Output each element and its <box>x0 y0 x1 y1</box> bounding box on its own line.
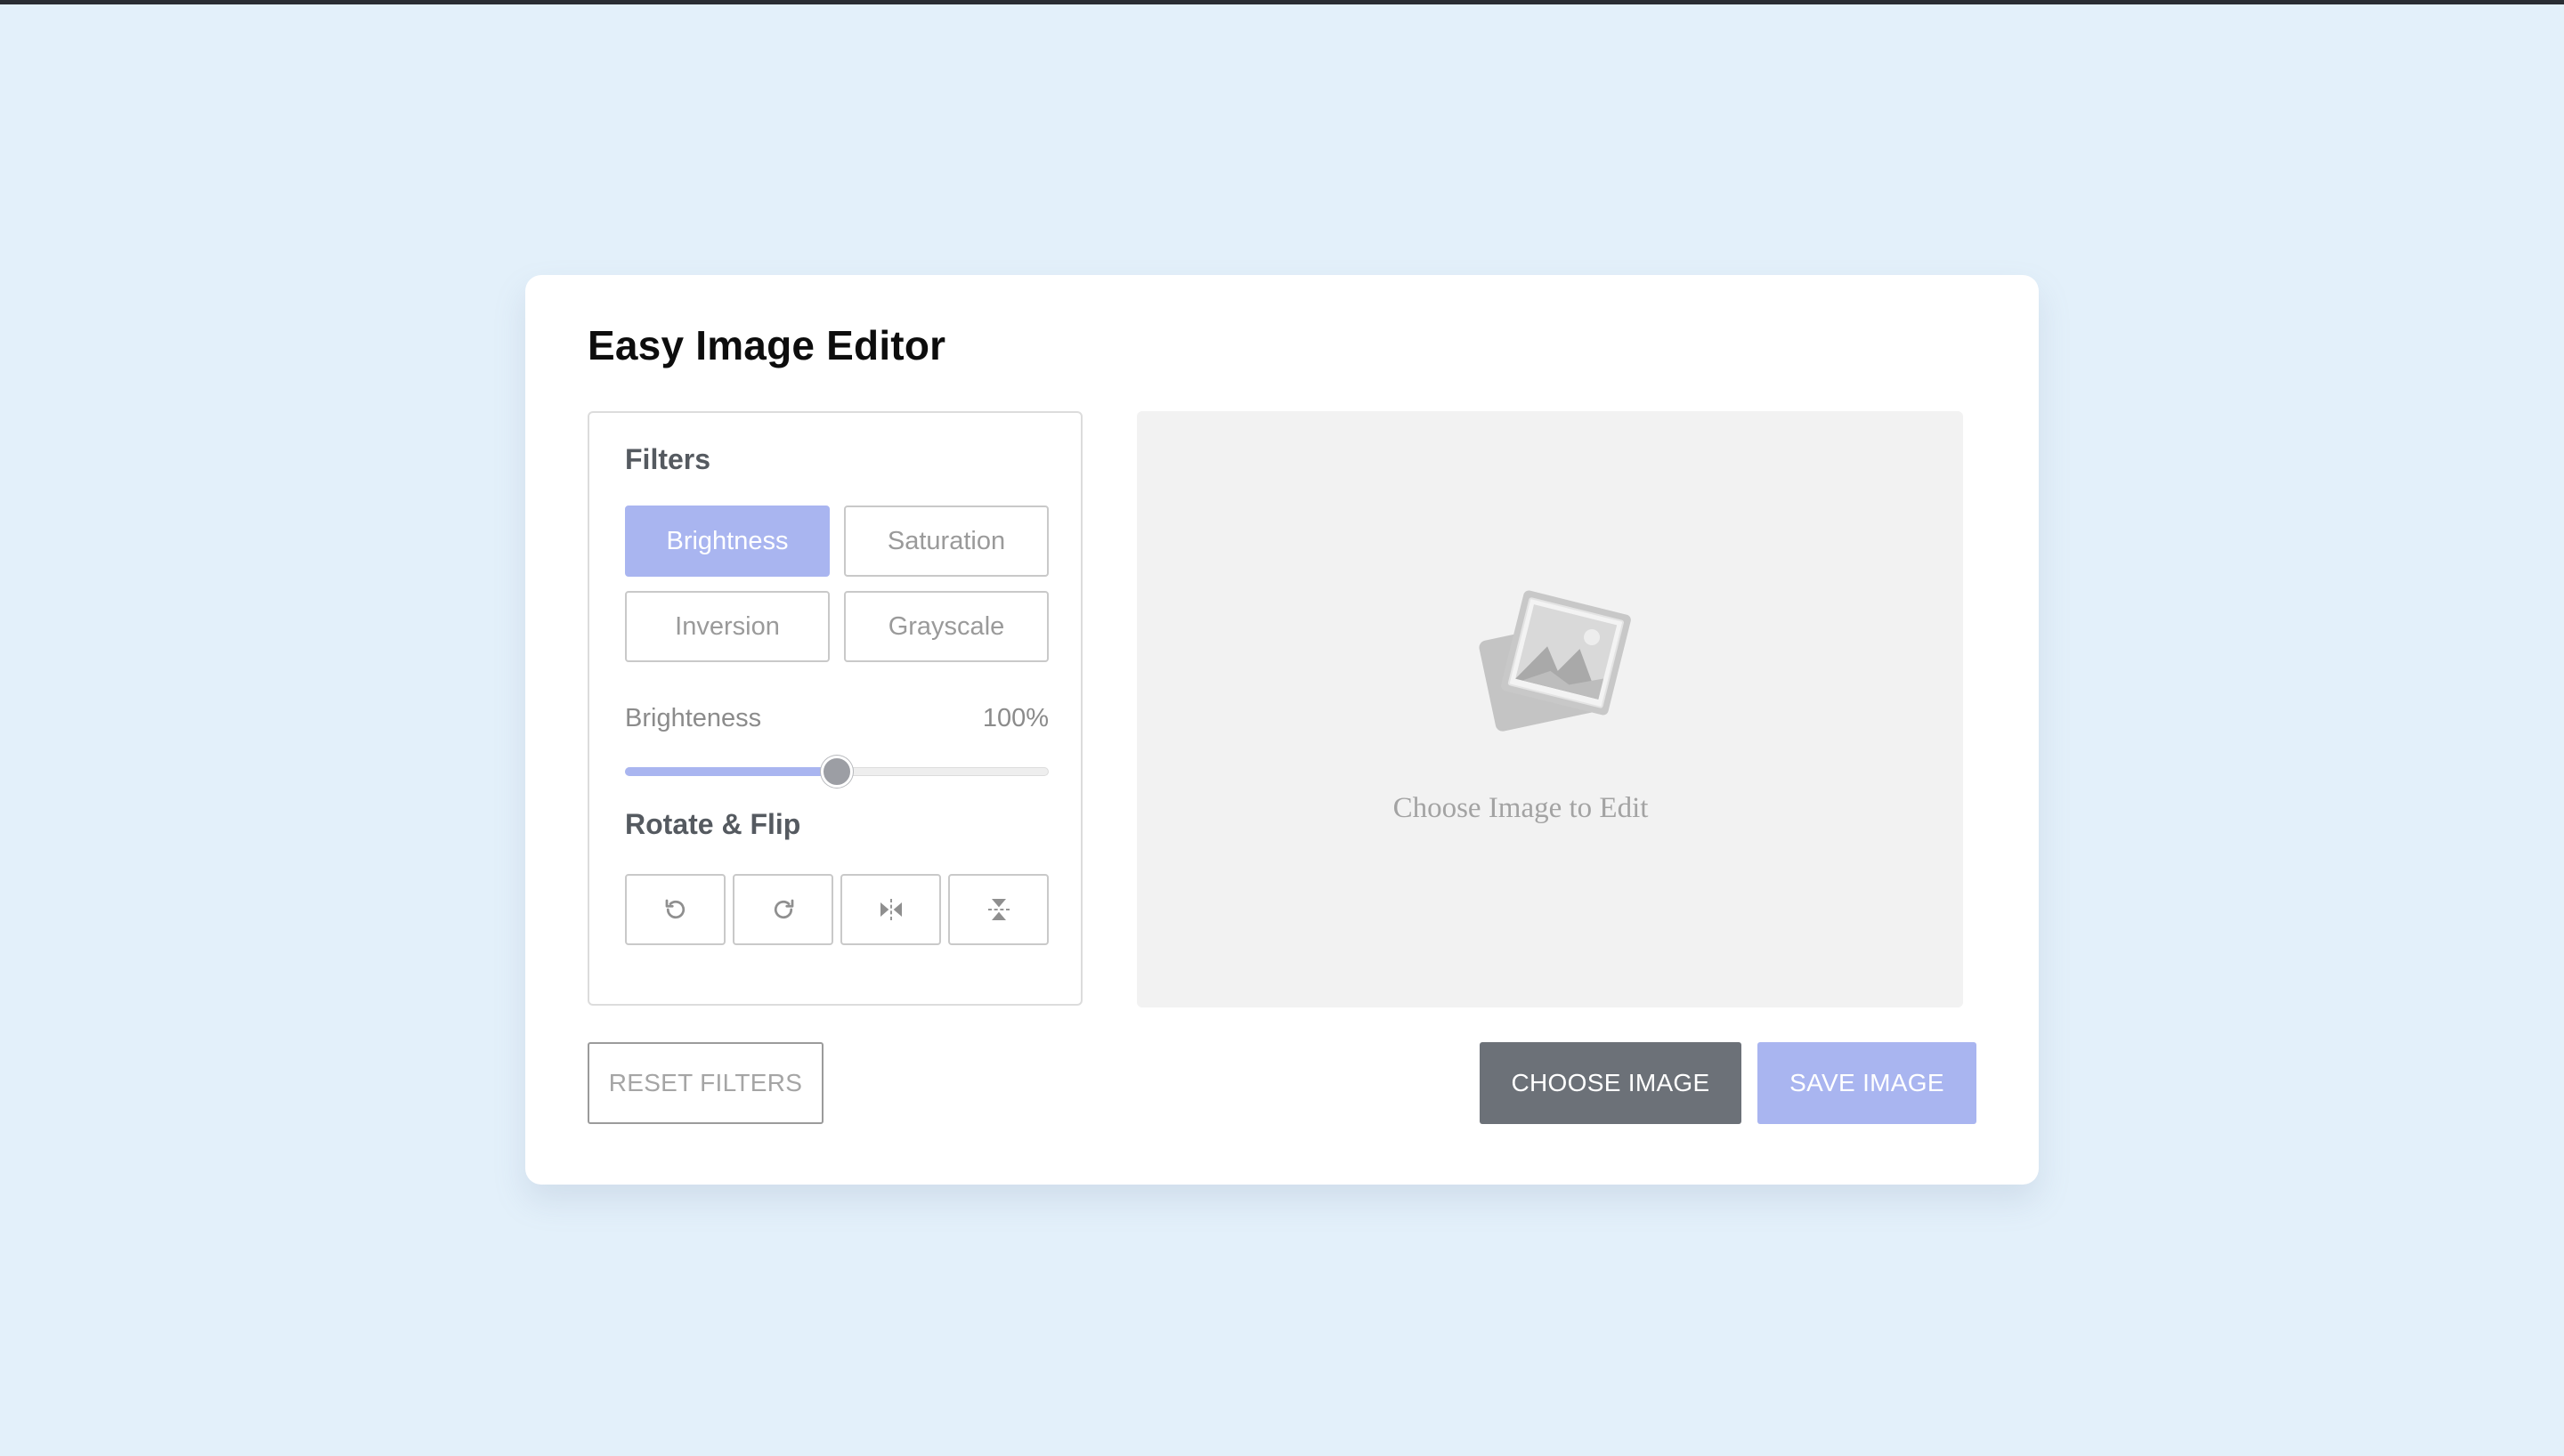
top-bar <box>0 0 2564 4</box>
image-preview-area[interactable]: Choose Image to Edit <box>1137 411 1963 1007</box>
filter-button-grayscale[interactable]: Grayscale <box>844 591 1049 662</box>
filter-button-inversion[interactable]: Inversion <box>625 591 830 662</box>
slider-name: Brighteness <box>625 704 762 732</box>
flip-horizontal-button[interactable] <box>840 874 941 945</box>
filters-heading: Filters <box>625 443 711 475</box>
flip-vertical-icon <box>985 895 1013 924</box>
brightness-slider[interactable] <box>625 756 1049 788</box>
flip-vertical-button[interactable] <box>948 874 1049 945</box>
reset-filters-button[interactable]: RESET FILTERS <box>588 1042 824 1124</box>
editor-card: Easy Image Editor Filters Brightness Sat… <box>525 275 2039 1185</box>
image-placeholder-icon <box>1465 576 1643 745</box>
slider-thumb[interactable] <box>821 756 853 788</box>
editor-panel: Filters Brightness Saturation Inversion … <box>588 411 1083 1006</box>
placeholder-text: Choose Image to Edit <box>1392 792 1649 824</box>
rotate-right-button[interactable] <box>733 874 833 945</box>
app-title: Easy Image Editor <box>588 322 946 368</box>
slider-info: Brighteness 100% <box>625 704 1049 733</box>
rotate-left-button[interactable] <box>625 874 726 945</box>
rotate-left-icon <box>662 896 689 923</box>
rotate-right-icon <box>770 896 797 923</box>
flip-horizontal-icon <box>877 895 905 924</box>
slider-fill <box>625 767 837 776</box>
choose-image-button[interactable]: CHOOSE IMAGE <box>1480 1042 1741 1124</box>
slider-value: 100% <box>982 704 1049 732</box>
save-image-button[interactable]: SAVE IMAGE <box>1757 1042 1976 1124</box>
filter-button-brightness[interactable]: Brightness <box>625 506 830 577</box>
rotate-flip-heading: Rotate & Flip <box>625 808 801 840</box>
filter-button-saturation[interactable]: Saturation <box>844 506 1049 577</box>
